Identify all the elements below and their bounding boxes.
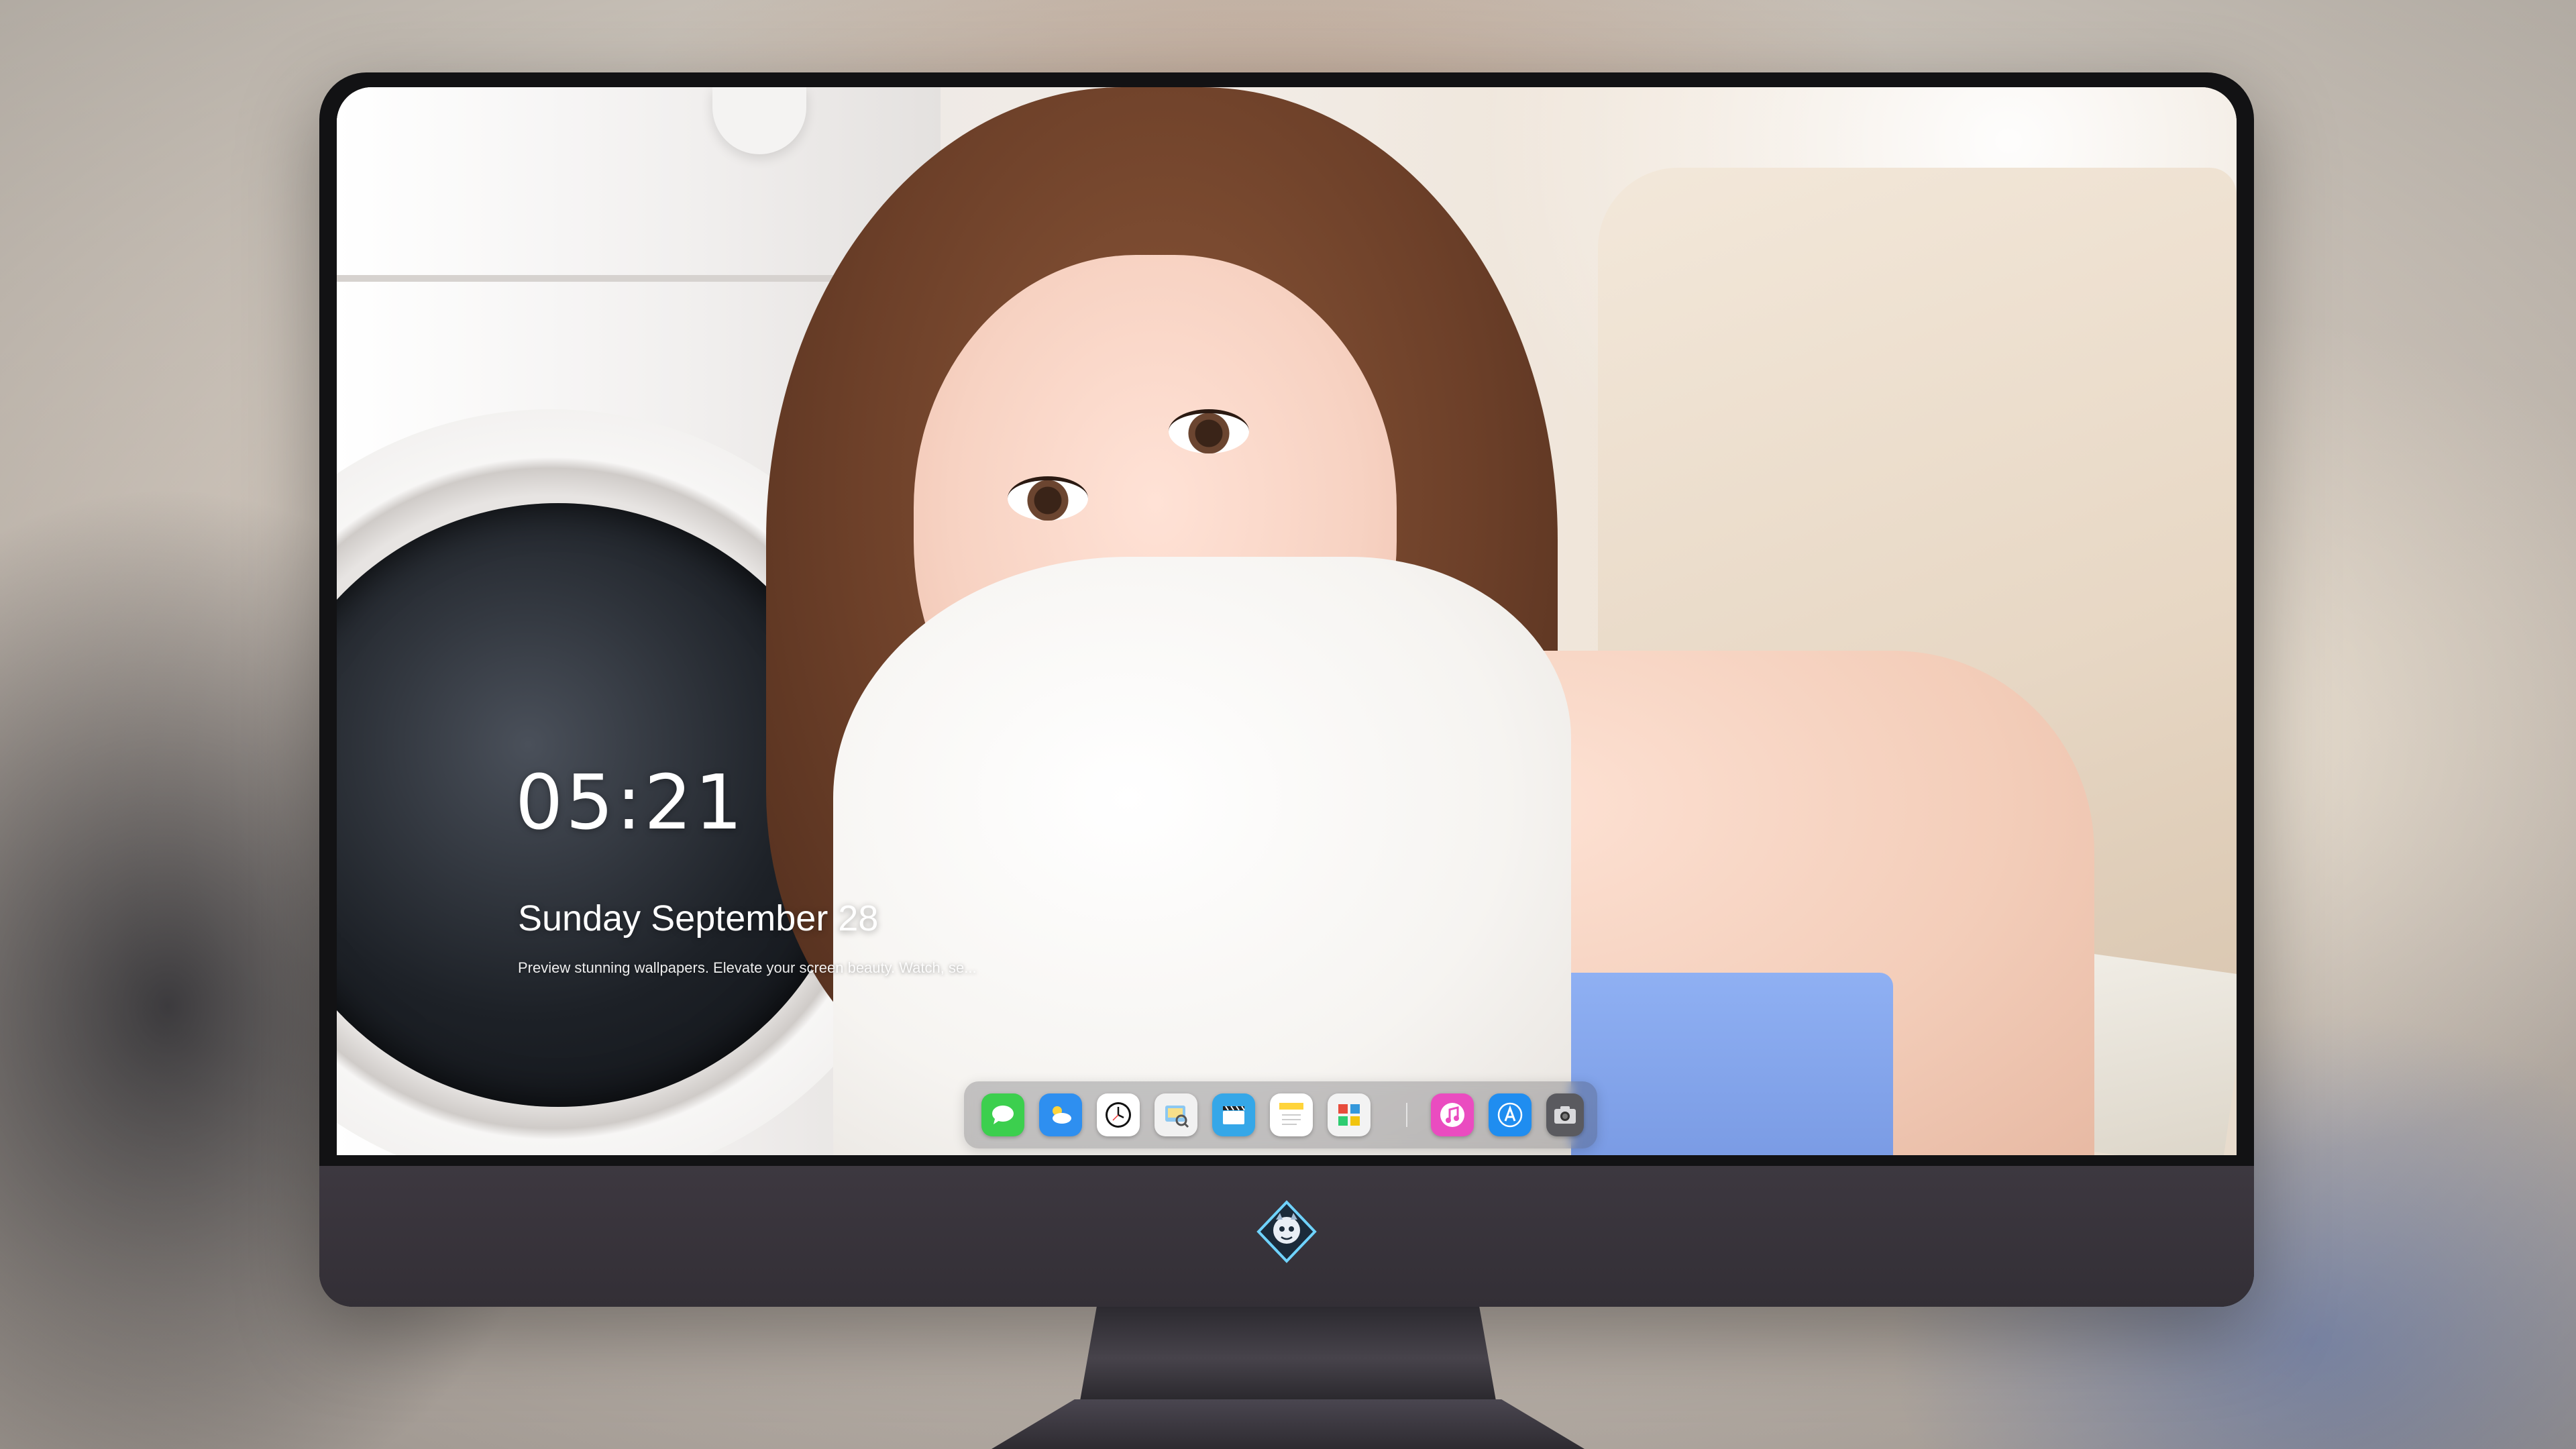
itunes-icon	[1440, 1103, 1464, 1127]
dock-item-preview[interactable]	[1155, 1093, 1197, 1136]
lockscreen-time: 05:21	[515, 759, 745, 847]
dock-separator	[1385, 1093, 1428, 1136]
lockscreen-tagline: Preview stunning wallpapers. Elevate you…	[518, 959, 977, 976]
monitor-stand-neck	[1080, 1307, 1496, 1401]
dock-item-notes[interactable]	[1270, 1093, 1313, 1136]
monitor-frame: 05:21 Sunday September 28 Preview stunni…	[319, 72, 2254, 1307]
separator-icon	[1406, 1103, 1407, 1127]
weather-icon	[1053, 1106, 1071, 1124]
dock-item-messages[interactable]	[981, 1093, 1024, 1136]
clips-icon	[1223, 1106, 1245, 1124]
clock-icon	[1106, 1102, 1131, 1128]
dock-item-camera[interactable]	[1546, 1093, 1584, 1136]
desktop-stage: 05:21 Sunday September 28 Preview stunni…	[0, 0, 2576, 1449]
wallpaper-eye-right	[1169, 409, 1249, 453]
notes-icon	[1279, 1103, 1303, 1125]
photo-booth-icon	[1338, 1104, 1360, 1126]
preview-icon	[1165, 1106, 1189, 1128]
messages-icon	[992, 1106, 1014, 1124]
dock-item-weather[interactable]	[1039, 1093, 1082, 1136]
dragon-mascot-logo	[1256, 1200, 1317, 1263]
monitor-screen: 05:21 Sunday September 28 Preview stunni…	[337, 87, 2237, 1155]
camera-icon	[1554, 1106, 1576, 1124]
monitor-stand-base	[991, 1399, 1585, 1449]
dock-item-clips[interactable]	[1212, 1093, 1255, 1136]
wallpaper-towel	[833, 557, 1571, 1155]
app-store-icon	[1497, 1102, 1523, 1128]
dock-item-app-store[interactable]	[1489, 1093, 1532, 1136]
wallpaper-eye-left	[1008, 476, 1088, 521]
wallpaper-washer-seam	[337, 275, 847, 282]
dock	[964, 1081, 1597, 1148]
dock-item-photo-booth[interactable]	[1328, 1093, 1371, 1136]
dock-item-itunes[interactable]	[1431, 1093, 1474, 1136]
lockscreen-date: Sunday September 28	[518, 898, 879, 938]
dock-item-clock[interactable]	[1097, 1093, 1140, 1136]
